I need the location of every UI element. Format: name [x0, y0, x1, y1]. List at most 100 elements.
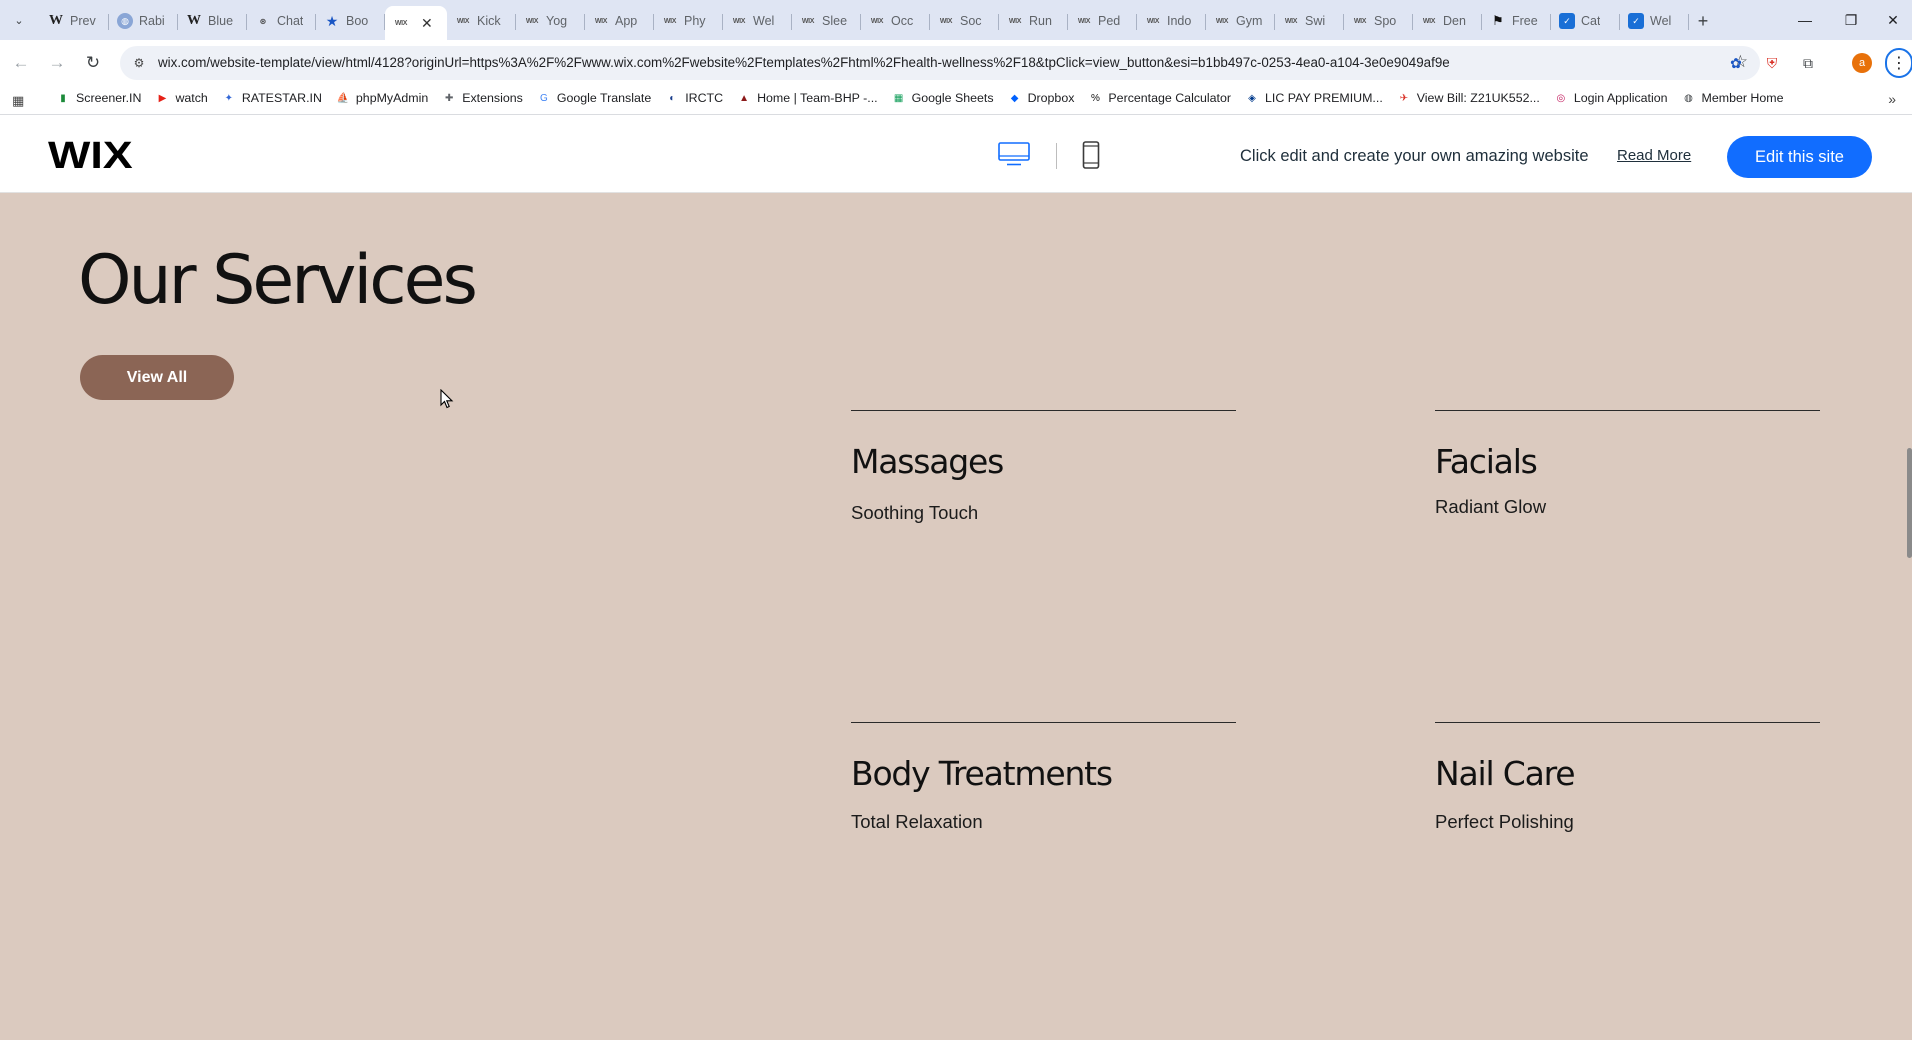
tab-search-chevron-icon[interactable]: ⌄ [8, 9, 30, 31]
new-tab-button[interactable]: + [1689, 6, 1717, 36]
bookmark-item[interactable]: % Percentage Calculator [1088, 91, 1231, 105]
service-tagline: Total Relaxation [851, 811, 983, 832]
bookmark-favicon-icon: ✈ [1399, 92, 1408, 104]
bookmark-item[interactable]: ◎ Login Application [1554, 91, 1667, 105]
bookmark-favicon-icon: ◈ [1248, 92, 1256, 104]
browser-tab[interactable]: WIX Spo [1344, 6, 1413, 36]
bookmark-star-icon: ★ [325, 12, 339, 29]
extensions-puzzle-icon[interactable]: ⧉ [1796, 51, 1820, 75]
browser-tab[interactable]: ⊛ Chat [247, 6, 316, 36]
wix-preview-bar: WIX Click edit and create your own amazi… [0, 115, 1912, 193]
bookmark-label: Percentage Calculator [1108, 91, 1232, 105]
browser-menu-icon[interactable]: ⋮ [1885, 48, 1912, 78]
browser-tab[interactable]: WIX Wel [723, 6, 792, 36]
browser-tab[interactable]: WIX Kick [447, 6, 516, 36]
bookmark-item[interactable]: ◐ IRCTC [665, 91, 723, 105]
browser-tab[interactable]: ✓ Cat [1551, 6, 1620, 36]
browser-tab[interactable]: ◍ Rabi [109, 6, 178, 36]
browser-tab[interactable]: W Blue [178, 6, 247, 36]
tab-title: Occ [891, 14, 914, 28]
browser-tab[interactable]: ✓ Wel [1620, 6, 1689, 36]
bookmark-item[interactable]: ◈ LIC PAY PREMIUM... [1245, 91, 1383, 105]
browser-tab-bar: ⌄ W Prev ◍ Rabi W Blue ⊛ Chat ★ Boo WIX ✕ WIX Kick WIX… [0, 0, 1912, 40]
forward-arrow-icon[interactable]: → [44, 50, 70, 76]
browser-tab[interactable]: WIX Slee [792, 6, 861, 36]
more-bookmarks-icon[interactable]: » [1888, 91, 1896, 107]
scrollbar-thumb[interactable] [1907, 448, 1912, 558]
tab-title: Swi [1305, 14, 1326, 28]
view-all-button[interactable]: View All [80, 355, 234, 400]
browser-tab[interactable]: WIX Yog [516, 6, 585, 36]
wix-logo[interactable]: WIX [48, 135, 133, 178]
close-window-icon[interactable]: ✕ [1874, 0, 1912, 40]
browser-tab[interactable]: WIX Soc [930, 6, 999, 36]
url-text[interactable]: wix.com/website-template/view/html/4128?… [158, 55, 1450, 70]
profile-avatar[interactable]: a [1852, 53, 1872, 73]
browser-tab[interactable]: WIX ✕ [385, 6, 447, 40]
browser-tab[interactable]: ⚑ Free [1482, 6, 1551, 36]
browser-tab[interactable]: WIX Phy [654, 6, 723, 36]
browser-tab[interactable]: WIX Swi [1275, 6, 1344, 36]
mobile-view-icon[interactable] [1082, 141, 1100, 169]
edit-this-site-button[interactable]: Edit this site [1727, 136, 1872, 178]
bookmark-item[interactable]: ◆ Dropbox [1008, 91, 1075, 105]
tab-title: Soc [960, 14, 982, 28]
minimize-icon[interactable]: — [1782, 0, 1828, 40]
bookmark-item[interactable]: ✦ RATESTAR.IN [222, 91, 322, 105]
extension-shield-icon[interactable]: ⛨ [1760, 51, 1784, 75]
wix-icon: WIX [456, 17, 470, 25]
bookmark-item[interactable]: ▦ Google Sheets [892, 91, 994, 105]
reload-icon[interactable]: ↻ [80, 50, 106, 76]
bookmark-item[interactable]: ▮ Screener.IN [56, 91, 141, 105]
bookmark-item[interactable]: ▲ Home | Team-BHP -... [737, 91, 878, 105]
tab-title: Blue [208, 14, 234, 28]
service-name[interactable]: Massages [851, 442, 1004, 481]
tab-strip: W Prev ◍ Rabi W Blue ⊛ Chat ★ Boo WIX ✕ WIX Kick WIX Yo… [40, 6, 1717, 40]
service-name[interactable]: Body Treatments [851, 754, 1113, 793]
browser-tab[interactable]: WIX Indo [1137, 6, 1206, 36]
bookmark-favicon-icon: ◍ [1684, 92, 1693, 104]
site-info-icon[interactable]: ⚙ [130, 54, 148, 72]
wikipedia-icon: W [187, 13, 201, 28]
browser-tab[interactable]: ★ Boo [316, 6, 385, 36]
browser-tab[interactable]: W Prev [40, 6, 109, 36]
tab-title: Rabi [139, 14, 165, 28]
site-icon: ✓ [1628, 13, 1644, 29]
browser-tab[interactable]: WIX Ped [1068, 6, 1137, 36]
apps-grid-icon[interactable]: ▦ [12, 93, 24, 109]
tab-title: Yog [546, 14, 568, 28]
bookmark-list: ▮ Screener.IN ▶ watch ✦ RATESTAR.IN ⛵ phpMyAdmi… [56, 91, 1797, 105]
restore-icon[interactable]: ❐ [1828, 0, 1874, 40]
tab-title: App [615, 14, 638, 28]
bookmark-item[interactable]: ◍ Member Home [1682, 91, 1783, 105]
divider [851, 722, 1236, 723]
browser-tab[interactable]: WIX Run [999, 6, 1068, 36]
chatgpt-icon: ⊛ [259, 16, 267, 26]
browser-tab[interactable]: WIX Den [1413, 6, 1482, 36]
back-arrow-icon[interactable]: ← [8, 50, 34, 76]
bookmark-favicon-icon: ◐ [669, 92, 676, 104]
browser-tab[interactable]: WIX App [585, 6, 654, 36]
tab-title: Spo [1374, 14, 1397, 28]
bookmark-item[interactable]: ▶ watch [155, 91, 208, 105]
bookmark-favicon-icon: ▮ [60, 92, 66, 104]
extension-globe-icon[interactable]: ✿ [1724, 51, 1748, 75]
bookmarks-bar: ▦ ▮ Screener.IN ▶ watch ✦ RATESTAR.IN ⛵ phpMyAd… [0, 85, 1912, 115]
service-name[interactable]: Nail Care [1435, 754, 1576, 793]
read-more-link[interactable]: Read More [1617, 147, 1691, 164]
browser-tab[interactable]: WIX Occ [861, 6, 930, 36]
bookmark-item[interactable]: ✚ Extensions [442, 91, 523, 105]
bookmark-label: Home | Team-BHP -... [757, 91, 878, 105]
bookmark-favicon-icon: G [539, 92, 548, 104]
bookmark-item[interactable]: ⛵ phpMyAdmin [336, 91, 429, 105]
desktop-view-icon[interactable] [998, 142, 1030, 166]
service-name[interactable]: Facials [1435, 442, 1538, 481]
address-bar[interactable]: ⚙ wix.com/website-template/view/html/412… [120, 46, 1760, 80]
bookmark-item[interactable]: ✈ View Bill: Z21UK552... [1397, 91, 1540, 105]
bookmark-favicon-icon: % [1090, 92, 1100, 104]
browser-tab[interactable]: WIX Gym [1206, 6, 1275, 36]
close-tab-icon[interactable]: ✕ [421, 15, 433, 32]
page-scrollbar[interactable] [1904, 193, 1912, 1040]
tab-title: Gym [1236, 14, 1263, 28]
bookmark-item[interactable]: G Google Translate [537, 91, 651, 105]
